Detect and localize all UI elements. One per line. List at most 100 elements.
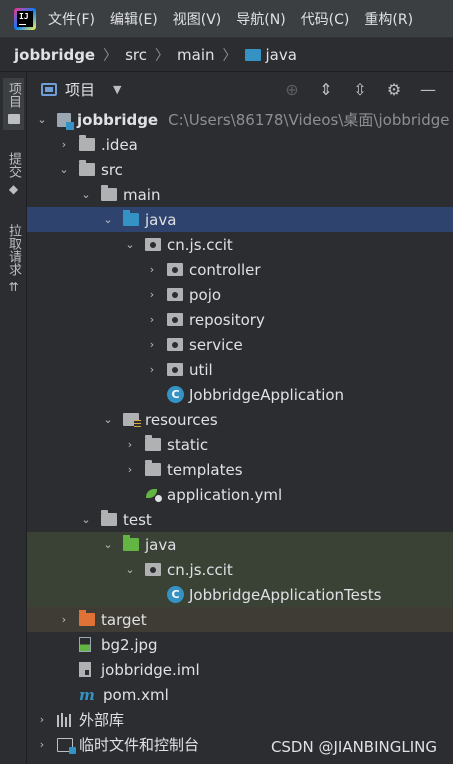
chevron-right-icon[interactable]: › (57, 138, 71, 152)
panel-title[interactable]: 项目 (65, 79, 95, 100)
tree-node-service[interactable]: › service (27, 332, 453, 357)
tree-node-label: jobbridge.iml (101, 660, 200, 679)
tree-node-label: pom.xml (103, 685, 169, 704)
chevron-down-icon[interactable]: ⌄ (57, 163, 71, 177)
tree-node-target[interactable]: › target (27, 607, 453, 632)
chevron-down-icon[interactable]: ⌄ (35, 113, 49, 127)
tree-node-label: repository (189, 310, 265, 329)
tree-node-label: cn.js.ccit (167, 560, 233, 579)
tree-node-label: templates (167, 460, 243, 479)
tree-node-idea[interactable]: › .idea (27, 132, 453, 157)
chevron-right-icon[interactable]: › (145, 288, 159, 302)
collapse-all-icon[interactable]: ⇳ (343, 80, 377, 99)
tree-node-repository[interactable]: › repository (27, 307, 453, 332)
chevron-right-icon[interactable]: › (123, 463, 137, 477)
watermark: CSDN @JIANBINGLING (270, 738, 437, 756)
chevron-down-icon[interactable]: ⌄ (79, 513, 93, 527)
chevron-right-icon[interactable]: › (145, 338, 159, 352)
chevron-right-icon[interactable]: › (35, 738, 49, 752)
tool-tab-commit-label: 提交 (6, 152, 21, 178)
library-icon (57, 712, 73, 727)
breadcrumb-java[interactable]: java (266, 46, 297, 64)
menu-refactor[interactable]: 重构(R) (364, 9, 413, 29)
tree-node-test[interactable]: ⌄ test (27, 507, 453, 532)
tree-node-label: bg2.jpg (101, 635, 158, 654)
tree-node-app-class[interactable]: C JobbridgeApplication (27, 382, 453, 407)
menu-edit[interactable]: 编辑(E) (110, 9, 158, 29)
chevron-right-icon[interactable]: › (57, 613, 71, 627)
tree-node-bg2[interactable]: bg2.jpg (27, 632, 453, 657)
tool-tab-commit[interactable]: 提交 ◆ (3, 148, 24, 200)
tree-node-templates[interactable]: › templates (27, 457, 453, 482)
chevron-down-icon[interactable]: ⌄ (123, 563, 137, 577)
chevron-down-icon[interactable]: ▼ (113, 83, 121, 96)
test-folder-icon (123, 535, 139, 551)
tool-tab-project-label: 项目 (6, 82, 21, 108)
tree-node-controller[interactable]: › controller (27, 257, 453, 282)
tree-node-application-yml[interactable]: application.yml (27, 482, 453, 507)
breadcrumb-main[interactable]: main (177, 46, 214, 64)
chevron-down-icon[interactable]: ⌄ (101, 413, 115, 427)
tree-node-pojo[interactable]: › pojo (27, 282, 453, 307)
menu-view[interactable]: 视图(V) (173, 9, 222, 29)
tool-tab-pull-requests[interactable]: 拉取请求 ⇈ (3, 220, 24, 298)
tree-node-label: pojo (189, 285, 222, 304)
menu-file[interactable]: 文件(F) (48, 9, 95, 29)
chevron-down-icon[interactable]: ⌄ (101, 538, 115, 552)
tree-node-root[interactable]: ⌄ jobbridge C:\Users\86178\Videos\桌面\job… (27, 107, 453, 132)
tree-node-label: jobbridge (77, 110, 159, 129)
folder-icon (79, 160, 95, 176)
expand-all-icon[interactable]: ⇕ (309, 80, 343, 99)
tree-node-iml[interactable]: jobbridge.iml (27, 657, 453, 682)
tree-node-util[interactable]: › util (27, 357, 453, 382)
tree-node-java-test[interactable]: ⌄ java (27, 532, 453, 557)
chevron-down-icon[interactable]: ⌄ (79, 188, 93, 202)
project-tree: ⌄ jobbridge C:\Users\86178\Videos\桌面\job… (27, 106, 453, 764)
breadcrumb-project[interactable]: jobbridge (14, 46, 95, 64)
commit-icon: ◆ (8, 182, 19, 196)
tree-node-label: JobbridgeApplicationTests (189, 585, 382, 604)
chevron-down-icon[interactable]: ⌄ (101, 213, 115, 227)
menu-navigate[interactable]: 导航(N) (236, 9, 285, 29)
tree-node-java-main[interactable]: ⌄ java (27, 207, 453, 232)
project-view-icon (41, 82, 57, 96)
breadcrumb-src[interactable]: src (125, 46, 147, 64)
spring-boot-class-icon: C (167, 386, 184, 403)
breadcrumb: jobbridge 〉 src 〉 main 〉 java (0, 38, 453, 72)
tree-node-pom[interactable]: m pom.xml (27, 682, 453, 707)
tree-node-test-class[interactable]: C JobbridgeApplicationTests (27, 582, 453, 607)
chevron-right-icon[interactable]: › (123, 438, 137, 452)
locate-icon[interactable]: ⊕ (275, 80, 309, 99)
chevron-right-icon[interactable]: › (145, 263, 159, 277)
folder-icon (145, 435, 161, 451)
tree-node-src[interactable]: ⌄ src (27, 157, 453, 182)
panel-toolbar: ⊕ ⇕ ⇳ ⚙ — (275, 72, 445, 106)
tree-node-package-test[interactable]: ⌄ cn.js.ccit (27, 557, 453, 582)
chevron-right-icon[interactable]: › (145, 313, 159, 327)
hide-panel-icon[interactable]: — (411, 80, 445, 99)
tree-node-static[interactable]: › static (27, 432, 453, 457)
chevron-right-icon: 〉 (155, 47, 170, 64)
scratches-icon (57, 737, 76, 754)
excluded-folder-icon (79, 610, 95, 626)
package-icon (167, 363, 183, 376)
tree-node-label: controller (189, 260, 261, 279)
tool-tab-project[interactable]: 项目 (3, 78, 24, 130)
tree-node-package-main[interactable]: ⌄ cn.js.ccit (27, 232, 453, 257)
tree-node-external-libraries[interactable]: › 外部库 (27, 707, 453, 732)
tree-node-main[interactable]: ⌄ main (27, 182, 453, 207)
chevron-right-icon: 〉 (222, 47, 237, 64)
menu-code[interactable]: 代码(C) (301, 9, 350, 29)
intellij-logo-icon[interactable]: IJ (14, 7, 36, 30)
gear-icon[interactable]: ⚙ (377, 80, 411, 99)
package-icon (167, 313, 183, 326)
source-folder-icon (123, 210, 139, 226)
tree-node-label: java (145, 210, 177, 229)
chevron-right-icon[interactable]: › (35, 713, 49, 727)
chevron-right-icon[interactable]: › (145, 363, 159, 377)
folder-icon (79, 135, 95, 151)
tree-node-label: service (189, 335, 243, 354)
chevron-down-icon[interactable]: ⌄ (123, 238, 137, 252)
package-icon (145, 238, 161, 251)
tree-node-resources[interactable]: ⌄ resources (27, 407, 453, 432)
